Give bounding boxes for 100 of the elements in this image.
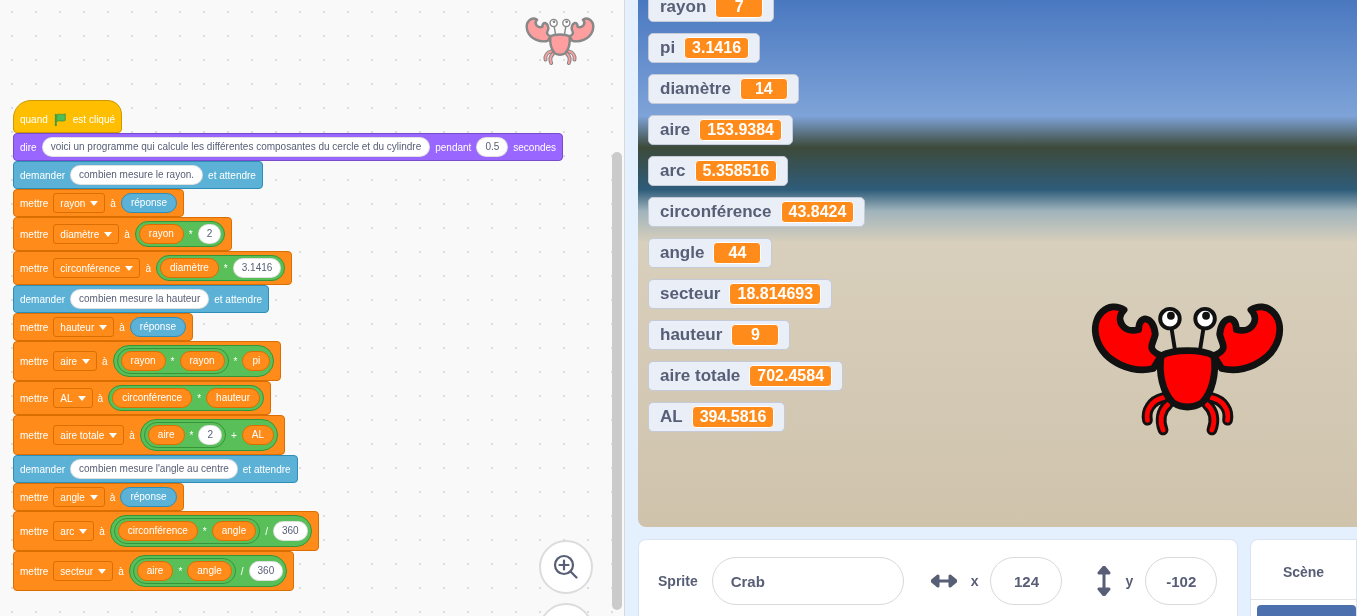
variable-reporter[interactable]: angle xyxy=(187,561,232,581)
zoom-in-icon xyxy=(551,552,581,582)
block-label: à xyxy=(97,392,104,404)
text-input[interactable]: combien mesure l'angle au centre xyxy=(70,459,238,479)
operator-symbol: * xyxy=(178,565,183,577)
code-block[interactable]: mettre aire à rayon * rayon * pi xyxy=(13,341,282,381)
variable-value: 394.5816 xyxy=(691,406,775,428)
variable-reporter[interactable]: aire xyxy=(136,561,174,581)
variable-dropdown[interactable]: aire totale xyxy=(53,425,125,445)
text-input[interactable]: combien mesure la hauteur xyxy=(70,289,210,309)
variable-name: diamètre xyxy=(660,79,731,99)
variable-dropdown[interactable]: diamètre xyxy=(53,224,120,244)
variable-reporter[interactable]: pi xyxy=(242,351,271,371)
variable-reporter[interactable]: circonférence xyxy=(117,521,198,541)
text-input[interactable]: 2 xyxy=(197,224,222,244)
code-block[interactable]: demander combien mesure le rayon. et attendre xyxy=(13,161,263,189)
code-block[interactable]: mettre secteur à aire * angle / 360 xyxy=(13,551,295,591)
operator-block[interactable]: aire * 2 + AL xyxy=(139,419,279,451)
variable-dropdown[interactable]: circonférence xyxy=(53,258,141,278)
code-block[interactable]: quand est cliqué xyxy=(13,100,123,133)
variable-reporter[interactable]: circonférence xyxy=(112,388,193,408)
operator-block[interactable]: circonférence * angle xyxy=(113,518,261,544)
variable-value: 702.4584 xyxy=(749,365,833,387)
block-label: à xyxy=(129,429,135,441)
answer-reporter[interactable]: réponse xyxy=(120,487,177,507)
block-label: à xyxy=(124,228,130,240)
block-label: à xyxy=(145,262,151,274)
flag-icon xyxy=(52,111,68,127)
code-block[interactable]: mettre diamètre à rayon * 2 xyxy=(13,217,233,251)
variable-dropdown[interactable]: angle xyxy=(53,487,105,507)
sprite-name-field[interactable]: Crab xyxy=(711,557,904,605)
block-label: demander xyxy=(20,169,66,181)
code-block[interactable]: mettre circonférence à diamètre * 3.1416 xyxy=(13,251,293,285)
variable-reporter[interactable]: rayon xyxy=(179,351,225,371)
operator-block[interactable]: aire * angle xyxy=(132,558,236,584)
code-block[interactable]: demander combien mesure l'angle au centre et attendre xyxy=(13,455,298,483)
operator-block[interactable]: aire * 2 xyxy=(143,422,226,448)
code-block[interactable]: mettre aire totale à aire * 2 + AL xyxy=(13,415,286,455)
y-field[interactable]: -102 xyxy=(1145,557,1218,605)
sprite-label: Sprite xyxy=(658,573,698,589)
operator-symbol: * xyxy=(233,355,238,367)
text-input[interactable]: 360 xyxy=(273,521,308,541)
variable-name: arc xyxy=(660,161,686,181)
block-label: à xyxy=(118,565,124,577)
caret-icon xyxy=(125,265,134,271)
code-block[interactable]: mettre hauteur à réponse xyxy=(13,313,193,341)
answer-reporter[interactable]: réponse xyxy=(120,193,178,213)
operator-symbol: * xyxy=(202,525,207,537)
scene-title: Scène xyxy=(1251,540,1356,600)
scrollbar[interactable] xyxy=(612,152,622,610)
code-block[interactable]: dire voici un programme qui calcule les différentes composantes du cercle et du cylindre pendant 0.5 secondes xyxy=(13,133,564,161)
operator-block[interactable]: rayon * rayon xyxy=(116,348,229,374)
variable-reporter[interactable]: aire xyxy=(147,425,185,445)
variable-name: angle xyxy=(660,243,705,263)
variable-dropdown[interactable]: rayon xyxy=(53,193,106,213)
variable-dropdown[interactable]: secteur xyxy=(53,561,114,581)
zoom-in-button[interactable] xyxy=(539,540,593,594)
x-field[interactable]: 124 xyxy=(990,557,1063,605)
operator-block[interactable]: circonférence * hauteur xyxy=(108,385,264,411)
horizontal-arrows-icon xyxy=(930,574,957,588)
code-block[interactable]: mettre arc à circonférence * angle / 360 xyxy=(13,511,319,551)
text-input[interactable]: voici un programme qui calcule les différentes composantes du cercle et du cylindre xyxy=(41,137,431,157)
operator-block[interactable]: rayon * rayon * pi xyxy=(112,345,275,377)
code-block[interactable]: mettre rayon à réponse xyxy=(13,189,185,217)
code-block[interactable]: mettre AL à circonférence * hauteur xyxy=(13,381,271,415)
text-input[interactable]: 360 xyxy=(248,561,284,581)
block-label: dire xyxy=(20,141,37,153)
text-input[interactable]: 2 xyxy=(198,425,222,445)
variable-value: 43.8424 xyxy=(780,201,855,223)
variable-reporter[interactable]: diamètre xyxy=(159,258,219,278)
x-label: x xyxy=(970,573,979,589)
variable-value: 3.1416 xyxy=(684,37,750,59)
variable-reporter[interactable]: rayon xyxy=(138,224,184,244)
variable-dropdown[interactable]: AL xyxy=(53,388,93,408)
operator-block[interactable]: aire * angle / 360 xyxy=(128,555,288,587)
variable-value: 153.9384 xyxy=(699,119,782,141)
caret-icon xyxy=(104,231,113,237)
text-input[interactable]: 0.5 xyxy=(476,137,509,157)
variable-name: AL xyxy=(660,407,683,427)
variable-reporter[interactable]: hauteur xyxy=(206,388,260,408)
vertical-arrows-icon xyxy=(1097,566,1112,596)
variable-reporter[interactable]: angle xyxy=(211,521,257,541)
answer-reporter[interactable]: réponse xyxy=(129,317,186,337)
block-label: à xyxy=(109,491,116,503)
operator-block[interactable]: diamètre * 3.1416 xyxy=(155,255,286,281)
code-block[interactable]: demander combien mesure la hauteur et attendre xyxy=(13,285,270,313)
caret-icon xyxy=(89,494,98,500)
operator-block[interactable]: circonférence * angle / 360 xyxy=(109,515,312,547)
block-label: et attendre xyxy=(208,169,256,181)
variable-name: hauteur xyxy=(660,325,723,345)
variable-dropdown[interactable]: arc xyxy=(53,521,95,541)
operator-block[interactable]: rayon * 2 xyxy=(134,221,226,247)
variable-reporter[interactable]: rayon xyxy=(120,351,166,371)
text-input[interactable]: 3.1416 xyxy=(232,258,282,278)
variable-dropdown[interactable]: hauteur xyxy=(53,317,115,337)
text-input[interactable]: combien mesure le rayon. xyxy=(70,165,204,185)
variable-dropdown[interactable]: aire xyxy=(53,351,98,371)
operator-symbol: * xyxy=(188,228,193,240)
variable-reporter[interactable]: AL xyxy=(241,425,275,445)
code-block[interactable]: mettre angle à réponse xyxy=(13,483,184,511)
